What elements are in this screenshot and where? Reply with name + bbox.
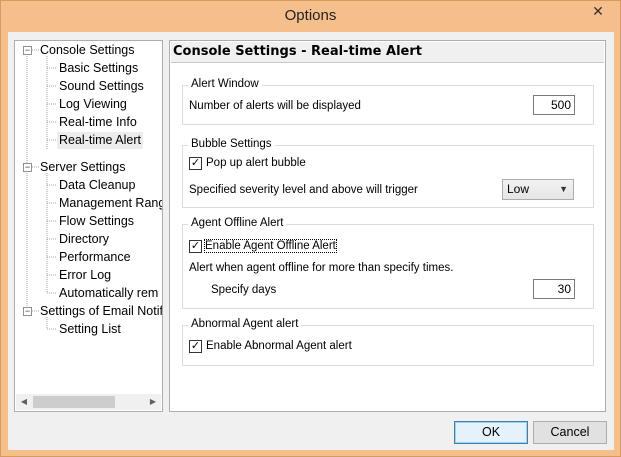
- alerts-count-label: Number of alerts will be displayed: [189, 100, 361, 112]
- tree-item-email-notification[interactable]: Settings of Email Notif: [40, 303, 162, 320]
- alert-window-group: Alert Window Number of alerts will be di…: [182, 78, 594, 125]
- popup-bubble-checkbox[interactable]: ✓: [189, 157, 202, 170]
- tree-item-server-settings[interactable]: Server Settings: [40, 159, 125, 176]
- agent-offline-group: Agent Offline Alert ✓ Enable Agent Offli…: [182, 217, 594, 309]
- alerts-count-input[interactable]: 500: [533, 95, 575, 115]
- window-title: Options: [284, 7, 337, 24]
- group-label: Agent Offline Alert: [188, 217, 287, 229]
- collapse-toggle-icon[interactable]: −: [23, 307, 32, 316]
- page-title: Console Settings - Real-time Alert: [173, 44, 422, 59]
- tree-item-error-log[interactable]: Error Log: [59, 267, 111, 284]
- tree-item-automatically-remove[interactable]: Automatically rem: [59, 285, 158, 302]
- tree-item-management-range[interactable]: Management Rang: [59, 195, 162, 212]
- tree-item-console-settings[interactable]: Console Settings: [40, 42, 135, 59]
- tree-item-data-cleanup[interactable]: Data Cleanup: [59, 177, 135, 194]
- collapse-toggle-icon[interactable]: −: [23, 46, 32, 55]
- specify-days-label: Specify days: [211, 284, 277, 296]
- group-label: Alert Window: [188, 78, 262, 90]
- abnormal-agent-group: Abnormal Agent alert ✓ Enable Abnormal A…: [182, 318, 594, 366]
- tree-item-real-time-info[interactable]: Real-time Info: [59, 114, 137, 131]
- tree-horizontal-scrollbar[interactable]: ◀ ▶: [16, 394, 161, 410]
- close-icon: ✕: [592, 3, 604, 19]
- tree-item-performance[interactable]: Performance: [59, 249, 131, 266]
- options-window: Options ✕ − Console Settings Basic Setti…: [0, 0, 621, 457]
- settings-pane: Console Settings - Real-time Alert Alert…: [169, 40, 606, 412]
- title-bar[interactable]: Options ✕: [1, 1, 620, 33]
- scrollbar-thumb[interactable]: [33, 396, 115, 408]
- enable-agent-offline-label: Enable Agent Offline Alert: [204, 239, 337, 253]
- dialog-client-area: − Console Settings Basic Settings Sound …: [8, 32, 614, 450]
- severity-label: Specified severity level and above will …: [189, 184, 418, 196]
- tree-item-directory[interactable]: Directory: [59, 231, 109, 248]
- severity-value: Low: [507, 182, 530, 196]
- chevron-down-icon: ▼: [559, 184, 568, 194]
- scroll-left-icon[interactable]: ◀: [16, 394, 32, 410]
- tree-item-log-viewing[interactable]: Log Viewing: [59, 96, 127, 113]
- close-button[interactable]: ✕: [580, 1, 616, 23]
- agent-offline-description: Alert when agent offline for more than s…: [189, 262, 454, 274]
- enable-abnormal-agent-label: Enable Abnormal Agent alert: [206, 340, 352, 352]
- enable-abnormal-agent-checkbox[interactable]: ✓: [189, 340, 202, 353]
- tree-item-flow-settings[interactable]: Flow Settings: [59, 213, 134, 230]
- cancel-button[interactable]: Cancel: [533, 421, 607, 444]
- enable-agent-offline-checkbox[interactable]: ✓: [189, 240, 202, 253]
- tree-item-basic-settings[interactable]: Basic Settings: [59, 60, 138, 77]
- group-label: Abnormal Agent alert: [188, 318, 302, 330]
- severity-select[interactable]: Low ▼: [502, 179, 574, 200]
- ok-button[interactable]: OK: [454, 421, 528, 444]
- scroll-right-icon[interactable]: ▶: [145, 394, 161, 410]
- bubble-settings-group: Bubble Settings ✓ Pop up alert bubble Sp…: [182, 138, 594, 208]
- settings-tree[interactable]: − Console Settings Basic Settings Sound …: [14, 40, 163, 412]
- tree-item-sound-settings[interactable]: Sound Settings: [59, 78, 144, 95]
- collapse-toggle-icon[interactable]: −: [23, 163, 32, 172]
- pane-header: Console Settings - Real-time Alert: [171, 42, 604, 63]
- popup-bubble-label: Pop up alert bubble: [206, 157, 306, 169]
- tree-item-real-time-alert[interactable]: Real-time Alert: [57, 132, 143, 149]
- group-label: Bubble Settings: [188, 138, 275, 150]
- tree-item-setting-list[interactable]: Setting List: [59, 321, 121, 338]
- specify-days-input[interactable]: 30: [533, 279, 575, 299]
